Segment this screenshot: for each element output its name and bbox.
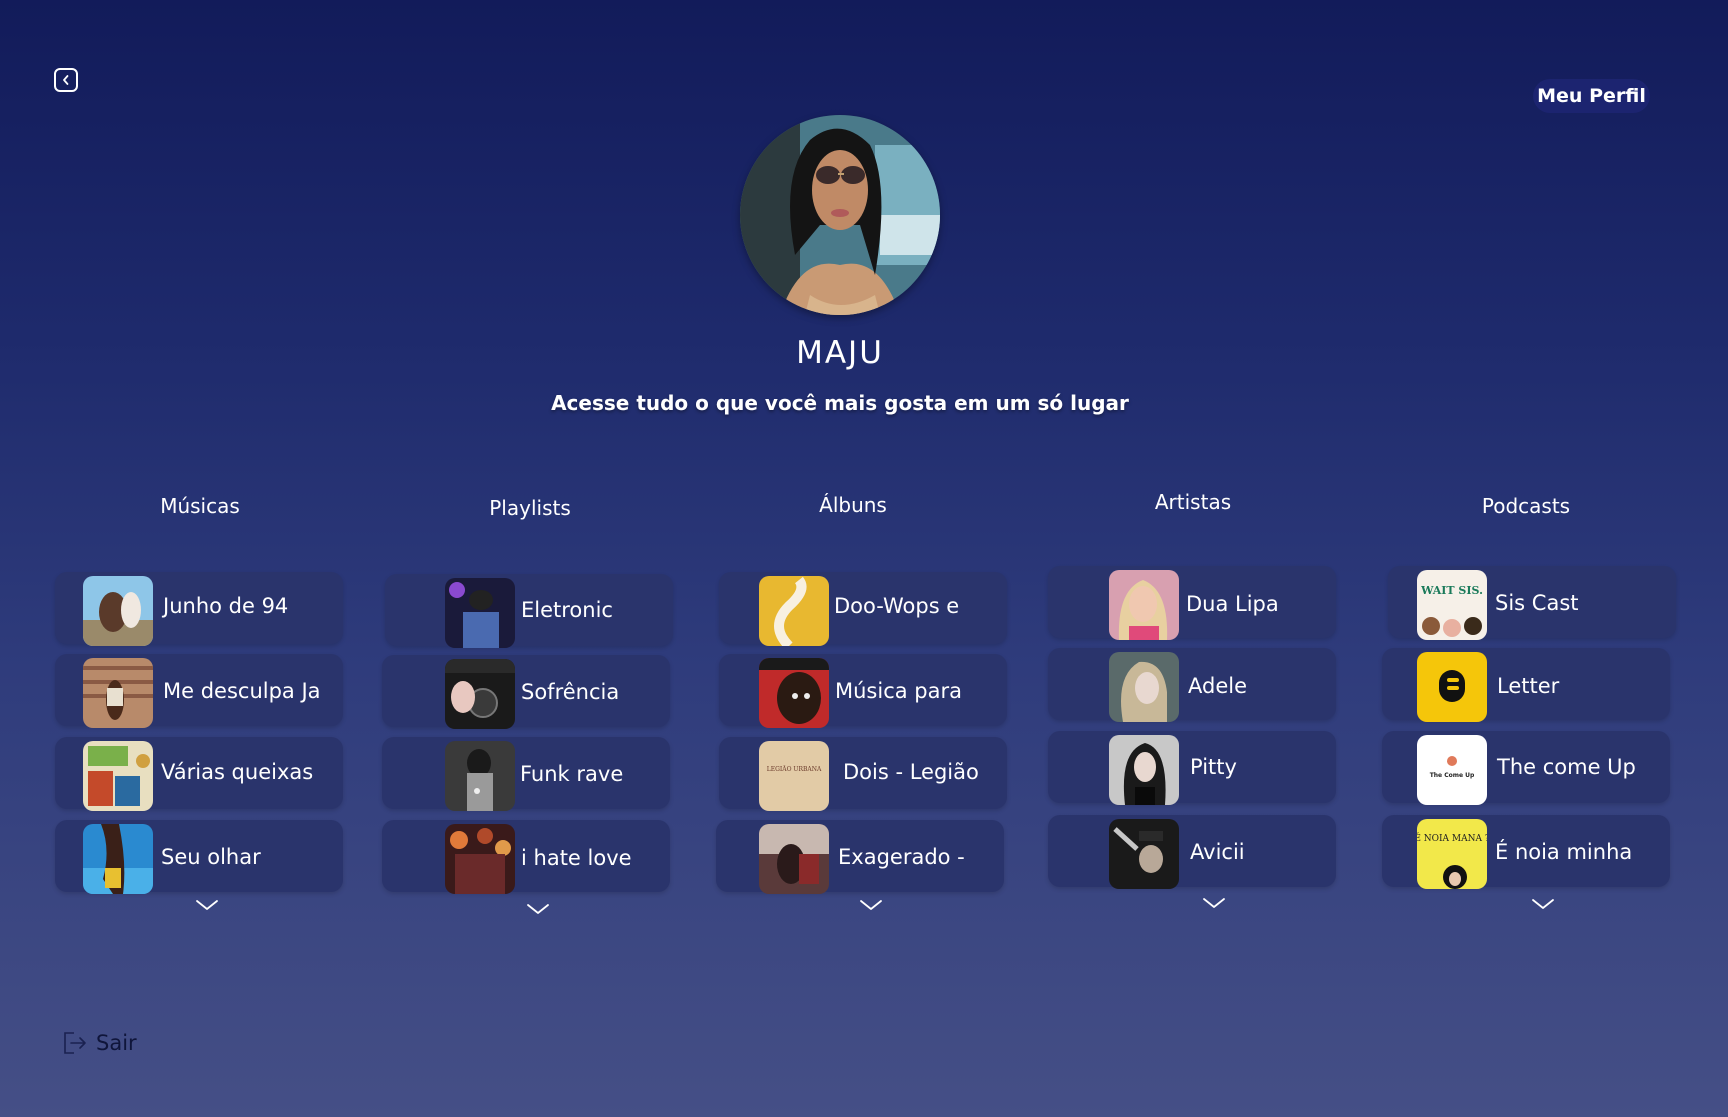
album-cover	[759, 576, 829, 646]
card-label: Sofrência	[521, 680, 620, 704]
album-cover	[759, 824, 829, 894]
card-label: Várias queixas	[161, 760, 314, 784]
logout-label: Sair	[96, 1031, 137, 1055]
album-cover	[759, 658, 829, 728]
playlist-card[interactable]: i hate love	[382, 820, 670, 894]
playlist-card[interactable]: Sofrência	[382, 655, 670, 729]
album-cover	[83, 741, 153, 811]
artist-photo	[1109, 652, 1179, 722]
musica-card[interactable]: Várias queixas	[55, 737, 343, 811]
username: MAJU	[796, 335, 884, 371]
thumb-text: The Come Up	[1430, 772, 1475, 779]
album-card[interactable]: Exagerado -	[716, 820, 1004, 894]
logout-icon	[64, 1032, 86, 1054]
artista-card[interactable]: Adele	[1048, 648, 1336, 722]
musica-card[interactable]: Seu olhar	[55, 820, 343, 894]
logout-button[interactable]: Sair	[62, 1031, 137, 1055]
artista-card[interactable]: Dua Lipa	[1048, 566, 1336, 640]
column-title-playlists: Playlists	[489, 496, 571, 520]
card-label: Pitty	[1190, 755, 1237, 779]
card-label: Dua Lipa	[1186, 592, 1279, 616]
album-card[interactable]: LEGIÃO URBANA Dois - Legião	[719, 737, 1007, 811]
column-title-albuns: Álbuns	[819, 493, 887, 517]
album-cover: LEGIÃO URBANA	[759, 741, 829, 811]
column-title-artistas: Artistas	[1154, 490, 1232, 514]
album-cover	[83, 824, 153, 894]
podcast-card[interactable]: The Come Up The come Up	[1382, 731, 1670, 805]
podcast-card[interactable]: WAIT SIS. Sis Cast	[1388, 566, 1676, 640]
podcast-cover: WAIT SIS.	[1417, 570, 1487, 640]
card-label: The come Up	[1497, 755, 1636, 779]
thumb-text: WAIT SIS.	[1420, 584, 1483, 597]
artist-photo	[1109, 570, 1179, 640]
chevron-left-icon	[63, 75, 69, 85]
card-label: Doo-Wops e	[834, 594, 960, 618]
card-label: É noia minha	[1495, 840, 1633, 864]
playlist-card[interactable]: Funk rave	[382, 737, 670, 811]
avatar	[740, 115, 940, 315]
card-label: Avicii	[1190, 840, 1245, 864]
playlist-cover	[445, 659, 515, 729]
album-cover	[83, 576, 153, 646]
tagline: Acesse tudo o que você mais gosta em um …	[551, 391, 1129, 415]
podcast-card[interactable]: Letter	[1382, 648, 1670, 722]
card-label: Sis Cast	[1495, 591, 1579, 615]
card-label: Funk rave	[520, 762, 624, 786]
album-cover	[83, 658, 153, 728]
artist-photo	[1109, 819, 1179, 889]
thumb-text: É NOIA MANA ?	[1417, 832, 1487, 844]
card-label: Dois - Legião	[843, 760, 979, 784]
album-card[interactable]: Doo-Wops e	[719, 572, 1007, 646]
artista-card[interactable]: Avicii	[1048, 815, 1336, 889]
podcast-card[interactable]: É NOIA MANA ? É noia minha	[1382, 815, 1670, 889]
chevron-down-icon[interactable]	[1531, 898, 1555, 910]
musica-card[interactable]: Me desculpa Ja	[55, 654, 343, 728]
meu-perfil-button[interactable]: Meu Perfil	[1533, 79, 1650, 113]
card-label: Música para	[835, 679, 962, 703]
card-label: Me desculpa Ja	[163, 679, 321, 703]
chevron-down-icon[interactable]	[195, 899, 219, 911]
card-label: Eletronic	[521, 598, 613, 622]
artist-photo	[1109, 735, 1179, 805]
chevron-down-icon[interactable]	[859, 899, 883, 911]
chevron-down-icon[interactable]	[526, 903, 550, 915]
playlist-cover	[445, 824, 515, 894]
playlist-card[interactable]: Eletronic	[385, 574, 673, 648]
card-label: Adele	[1188, 674, 1248, 698]
card-label: Letter	[1497, 674, 1560, 698]
podcast-cover: É NOIA MANA ?	[1417, 819, 1487, 889]
card-label: Exagerado -	[838, 845, 965, 869]
podcast-cover	[1417, 652, 1487, 722]
album-card[interactable]: Música para	[719, 654, 1007, 728]
column-title-podcasts: Podcasts	[1481, 494, 1571, 518]
back-button[interactable]	[54, 68, 78, 92]
playlist-cover	[445, 578, 515, 648]
playlist-cover	[445, 741, 515, 811]
artista-card[interactable]: Pitty	[1048, 731, 1336, 805]
column-title-musicas: Músicas	[160, 494, 240, 518]
thumb-text: LEGIÃO URBANA	[767, 765, 822, 773]
chevron-down-icon[interactable]	[1202, 897, 1226, 909]
musica-card[interactable]: Junho de 94	[55, 572, 343, 646]
card-label: i hate love	[521, 846, 632, 870]
podcast-cover: The Come Up	[1417, 735, 1487, 805]
card-label: Seu olhar	[161, 845, 261, 869]
card-label: Junho de 94	[163, 594, 289, 618]
